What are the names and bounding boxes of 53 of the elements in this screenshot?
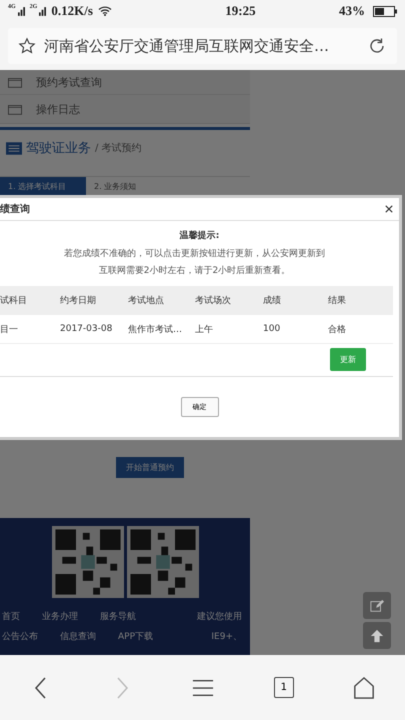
tabs-button[interactable]: 1 [274, 677, 294, 698]
table-cell-text: 100 [263, 324, 282, 334]
footer-link[interactable]: 公告公布 [2, 630, 38, 642]
footer-link[interactable]: 信息查询 [60, 630, 96, 642]
column-header: 试科目 [0, 294, 28, 306]
battery-icon [372, 6, 397, 16]
browser-note: 建议您使用 [197, 610, 243, 622]
sidebar-item[interactable]: 操作日志 [0, 95, 250, 124]
column-header: 成绩 [263, 294, 282, 306]
start-booking-button[interactable]: 开始普通预约 [116, 457, 184, 478]
dialog-title: 绩查询 [0, 202, 30, 216]
page-title: 河南省公安厅交通管理局互联网交通安全… [44, 36, 330, 56]
footer-link[interactable]: 业务办理 [42, 610, 78, 622]
close-icon[interactable] [385, 205, 393, 213]
footer-link[interactable]: 首页 [2, 610, 20, 622]
edit-icon [370, 598, 384, 612]
folder-icon [8, 104, 22, 114]
signal-icon [39, 6, 46, 16]
table-cell-text: 焦作市考试… [128, 324, 183, 336]
star-icon[interactable] [18, 37, 36, 55]
update-button[interactable]: 更新 [330, 348, 366, 371]
table-cell-text: 上午 [195, 324, 214, 336]
folder-icon [8, 76, 22, 88]
tip-title: 温馨提示: [178, 229, 220, 242]
table-cell-text: 2017-03-08 [60, 324, 114, 334]
clock: 19:25 [224, 3, 256, 19]
sidebar-item[interactable]: 预约考试查询 [0, 70, 250, 95]
address-bar[interactable]: 河南省公安厅交通管理局互联网交通安全… [8, 28, 397, 64]
column-header: 约考日期 [60, 294, 97, 306]
browser-note: IE9+、 [211, 630, 243, 642]
home-icon[interactable] [353, 676, 376, 700]
footer-link[interactable]: 服务导航 [100, 610, 136, 622]
tip-text: 若您成绩不准确的，可以点击更新按钮进行更新，从公安网更新到互联网需要2小时左右，请于2小时后重新查看。 [63, 248, 326, 278]
qr-code-icon [127, 526, 199, 598]
battery-percent: 43% [338, 3, 365, 19]
wifi-icon [98, 6, 112, 16]
column-header: 考试地点 [128, 294, 165, 306]
up-arrow-icon [370, 628, 384, 642]
list-icon [6, 142, 22, 154]
section-title: 驾驶证业务 [26, 140, 91, 157]
step-tab[interactable]: 2. 业务须知 [86, 177, 172, 195]
scroll-top-button[interactable] [363, 622, 391, 649]
step-tab[interactable]: 1. 选择考试科目 [0, 177, 86, 195]
network-speed: 0.12K/s [51, 3, 93, 19]
table-cell-text: 目一 [0, 324, 19, 336]
footer-link[interactable]: APP下载 [118, 630, 154, 642]
table-cell-text: 合格 [328, 324, 347, 336]
column-header: 结果 [328, 294, 347, 306]
column-header: 考试场次 [195, 294, 232, 306]
edit-button[interactable] [363, 592, 391, 619]
qr-code-icon [52, 526, 124, 598]
breadcrumb: / 考试预约 [95, 142, 142, 155]
signal-icon [18, 6, 25, 16]
